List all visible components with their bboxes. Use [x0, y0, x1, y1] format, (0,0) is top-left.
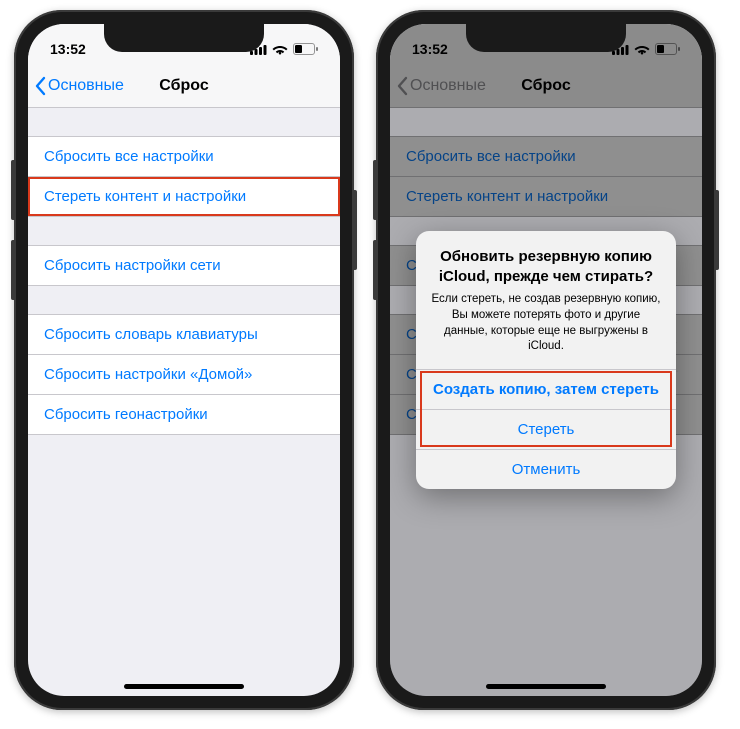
- row-erase-content[interactable]: Стереть контент и настройки: [28, 177, 340, 217]
- row-label: Сбросить словарь клавиатуры: [44, 326, 258, 343]
- alert-cancel-button[interactable]: Отменить: [416, 449, 676, 489]
- row-label: Сбросить настройки сети: [44, 257, 221, 274]
- phone-left: 13:52 Основные Сброс Сбросить все настро…: [14, 10, 354, 710]
- back-label: Основные: [48, 77, 124, 95]
- row-reset-location[interactable]: Сбросить геонастройки: [28, 395, 340, 435]
- alert-btn-label: Отменить: [512, 461, 581, 478]
- alert-erase-button[interactable]: Стереть: [416, 409, 676, 449]
- alert-btn-label: Создать копию, затем стереть: [433, 381, 659, 398]
- row-reset-home[interactable]: Сбросить настройки «Домой»: [28, 355, 340, 395]
- row-label: Сбросить настройки «Домой»: [44, 366, 252, 383]
- alert-btn-label: Стереть: [518, 421, 575, 438]
- row-label: Сбросить все настройки: [44, 148, 214, 165]
- row-reset-network[interactable]: Сбросить настройки сети: [28, 245, 340, 286]
- page-title: Сброс: [159, 77, 208, 95]
- row-reset-keyboard[interactable]: Сбросить словарь клавиатуры: [28, 314, 340, 355]
- alert-message: Если стереть, не создав резервную копию,…: [430, 292, 662, 354]
- battery-icon: [293, 43, 318, 55]
- alert-backup-then-erase-button[interactable]: Создать копию, затем стереть: [416, 369, 676, 409]
- notch: [104, 24, 264, 52]
- phone-right: 13:52 Основные Сброс Сбросить все настро…: [376, 10, 716, 710]
- notch: [466, 24, 626, 52]
- settings-list: Сбросить все настройки Стереть контент и…: [28, 108, 340, 435]
- row-label: Сбросить геонастройки: [44, 406, 208, 423]
- nav-bar: Основные Сброс: [28, 64, 340, 108]
- home-indicator: [124, 684, 244, 689]
- chevron-left-icon: [34, 76, 46, 96]
- wifi-icon: [272, 44, 288, 55]
- row-label: Стереть контент и настройки: [44, 188, 246, 205]
- home-indicator: [486, 684, 606, 689]
- row-reset-all[interactable]: Сбросить все настройки: [28, 136, 340, 177]
- status-time: 13:52: [50, 41, 86, 57]
- back-button[interactable]: Основные: [28, 76, 124, 96]
- modal-overlay: Обновить резервную копию iCloud, прежде …: [390, 24, 702, 696]
- alert-title: Обновить резервную копию iCloud, прежде …: [430, 247, 662, 286]
- alert-dialog: Обновить резервную копию iCloud, прежде …: [416, 231, 676, 488]
